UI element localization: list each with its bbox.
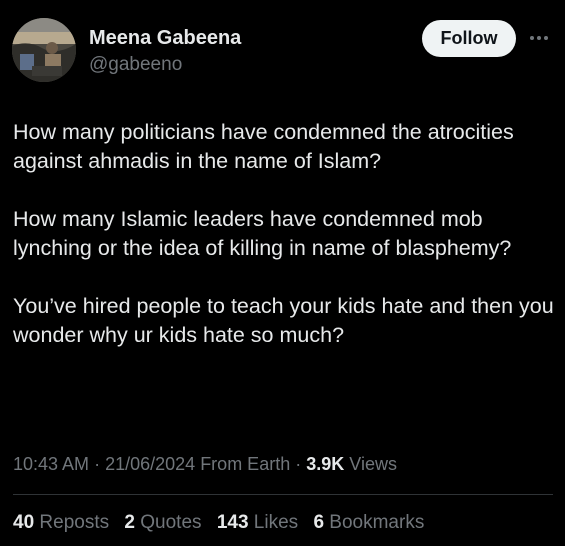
likes-label: Likes (253, 512, 299, 533)
more-options-icon[interactable] (526, 26, 552, 50)
bookmarks-stat[interactable]: 6 Bookmarks (313, 512, 424, 534)
tweet-paragraph: You’ve hired people to teach your kids h… (13, 294, 554, 347)
likes-count: 143 (216, 512, 249, 533)
bookmarks-count: 6 (313, 512, 325, 533)
views-label: Views (349, 454, 397, 474)
tweet-time[interactable]: 10:43 AM (13, 454, 89, 474)
tweet-header: Meena Gabeena @gabeeno Follow (12, 18, 553, 84)
reposts-label: Reposts (39, 512, 110, 533)
separator-dot: · (295, 454, 307, 474)
separator-dot: · (94, 454, 106, 474)
tweet-paragraph: How many politicians have condemned the … (13, 120, 514, 173)
reposts-count: 40 (13, 512, 35, 533)
avatar[interactable] (12, 18, 76, 82)
likes-stat[interactable]: 143 Likes (217, 512, 298, 534)
tweet-card: Meena Gabeena @gabeeno Follow How many p… (0, 0, 565, 546)
author-names: Meena Gabeena @gabeeno (89, 26, 241, 77)
tweet-text: How many politicians have condemned the … (13, 118, 558, 350)
display-name[interactable]: Meena Gabeena (89, 26, 241, 50)
tweet-source: From Earth (200, 454, 291, 474)
reposts-stat[interactable]: 40 Reposts (13, 512, 109, 534)
quotes-count: 2 (124, 512, 135, 533)
views-count: 3.9K (306, 454, 345, 474)
profile-photo-icon (12, 18, 76, 82)
quotes-stat[interactable]: 2 Quotes (124, 512, 201, 534)
follow-button[interactable]: Follow (422, 20, 516, 57)
tweet-paragraph: How many Islamic leaders have condemned … (13, 207, 512, 260)
bookmarks-label: Bookmarks (329, 512, 425, 533)
tweet-metadata: 10:43 AM · 21/06/2024 From Earth · 3.9K … (13, 454, 397, 475)
user-handle[interactable]: @gabeeno (89, 53, 241, 77)
tweet-date[interactable]: 21/06/2024 (105, 454, 195, 474)
quotes-label: Quotes (140, 512, 202, 533)
engagement-stats: 40 Reposts 2 Quotes 143 Likes 6 Bookmark… (13, 512, 434, 534)
divider (13, 494, 553, 495)
